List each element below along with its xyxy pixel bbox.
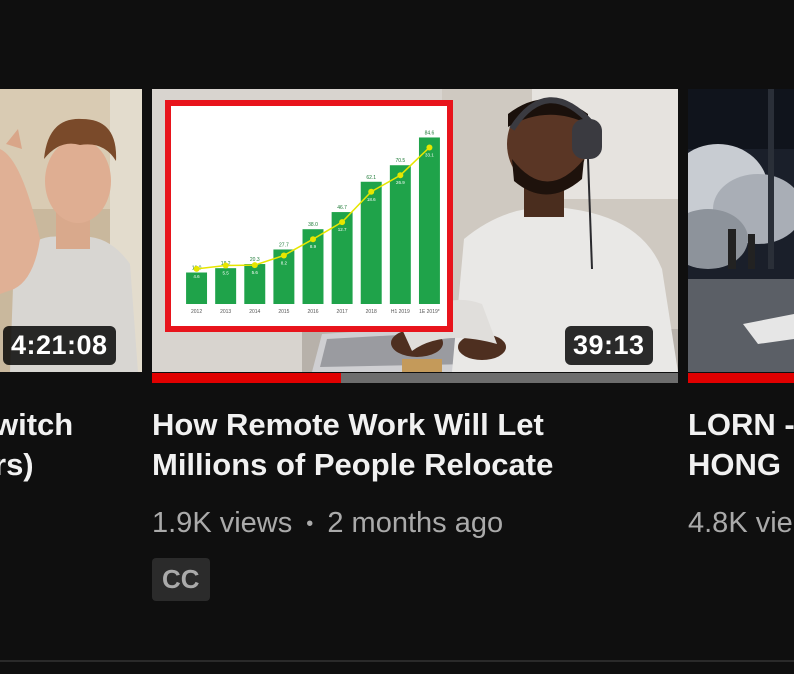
chart-line-label: 18.6 (367, 197, 376, 202)
chart-line-label: 26.9 (396, 180, 405, 185)
video-title-line-1: witch (0, 407, 74, 442)
chart-value-label: 46.7 (337, 205, 347, 211)
video-metadata: 4.8K vie (688, 507, 793, 540)
chart-line-label: 5.5 (223, 271, 230, 276)
video-title-line-2: Millions of People Relocate (152, 447, 554, 482)
chart-bar (418, 137, 440, 304)
chart-line-label: 4.6 (193, 274, 200, 279)
watch-progress-bar (152, 373, 678, 383)
view-count: 1.9K views (152, 507, 293, 539)
chart-line-point (426, 144, 433, 151)
chart-category-label: 2016 (307, 309, 318, 315)
meta-separator: • (306, 512, 314, 535)
chart-category-label: 1E 2019* (419, 309, 440, 315)
chart-line-label: 12.7 (338, 227, 347, 232)
video-title-line-2: rs) (0, 447, 34, 482)
section-divider (0, 660, 794, 662)
video-duration: 39:13 (565, 326, 653, 365)
chart-line-point (397, 172, 404, 179)
chart-value-label: 20.3 (250, 257, 260, 263)
chart-category-label: 2017 (337, 309, 348, 315)
view-count: 4.8K vie (688, 507, 793, 539)
chart-category-label: 2012 (191, 309, 202, 315)
watch-progress-fill (152, 373, 342, 383)
chart-line-point (339, 219, 346, 226)
chart-category-label: 2018 (366, 309, 377, 315)
upload-age: 2 months ago (327, 507, 504, 539)
video-title[interactable]: witch rs) (0, 405, 73, 485)
chart-category-label: 2015 (278, 309, 289, 315)
chart-line-point (251, 262, 258, 269)
video-thumbnail[interactable]: 16.0201218.2201320.3201427.7201538.02016… (152, 89, 678, 372)
video-title-line-2: HONG (688, 447, 781, 482)
video-title-line-1: LORN - (688, 407, 794, 442)
chart-value-label: 70.5 (395, 158, 405, 164)
chart-line-label: 5.6 (252, 270, 259, 275)
chart-category-label: 2013 (220, 309, 231, 315)
chart-line-point (310, 236, 316, 243)
chart-value-label: 62.1 (366, 175, 376, 181)
thumbnail-image (688, 89, 794, 372)
chart-line-point (280, 252, 287, 259)
video-duration: 4:21:08 (3, 326, 116, 365)
video-title-line-1: How Remote Work Will Let (152, 407, 544, 442)
video-metadata: 1.9K views • 2 months ago (152, 507, 503, 540)
chart-line-label: 8.2 (281, 260, 288, 265)
chart-value-label: 38.0 (308, 222, 318, 228)
video-title[interactable]: How Remote Work Will Let Millions of Peo… (152, 405, 553, 485)
watch-progress-fill (688, 373, 794, 383)
chart-line-label: 33.1 (425, 152, 434, 157)
chart-value-label: 27.7 (279, 242, 289, 248)
video-thumbnail[interactable] (688, 89, 794, 372)
video-thumbnail[interactable]: 4:21:08 (0, 89, 142, 372)
chart-value-label: 84.6 (425, 130, 435, 136)
chart-line-label: 8.9 (310, 244, 317, 249)
watch-progress-bar (688, 373, 794, 383)
chart-line-point (193, 265, 200, 272)
video-title[interactable]: LORN - HONG (688, 405, 794, 485)
chart-line-point (222, 262, 229, 269)
chart-category-label: H1 2019 (391, 309, 410, 315)
chart-line-point (368, 188, 375, 195)
chart-bar (389, 165, 411, 304)
cc-badge: CC (152, 558, 210, 601)
chart-category-label: 2014 (249, 309, 260, 315)
